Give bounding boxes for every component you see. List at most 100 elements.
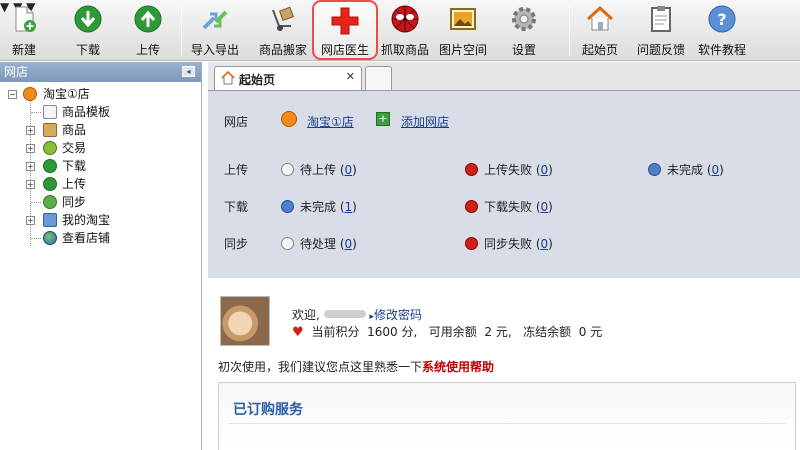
- tree-node-goods[interactable]: + 商品: [0, 121, 201, 139]
- tab-start-page[interactable]: 起始页 ✕: [214, 66, 362, 90]
- tree-node-trade[interactable]: + 交易: [0, 139, 201, 157]
- red-cross-icon: [331, 7, 359, 35]
- download-icon: [43, 159, 57, 173]
- download-failed-count[interactable]: 0: [541, 200, 549, 214]
- grab-goods-label: 抓取商品: [380, 43, 429, 57]
- tree-node-sync[interactable]: 同步: [0, 193, 201, 211]
- grab-goods-button[interactable]: 抓取商品: [378, 0, 432, 60]
- home-icon: [586, 5, 614, 31]
- expand-toggle[interactable]: +: [26, 126, 35, 135]
- network-icon: [43, 213, 57, 227]
- divider: [229, 423, 785, 424]
- upload-incomplete-stat: 未完成 (0): [648, 161, 724, 178]
- add-store-link[interactable]: 添加网店: [401, 113, 449, 130]
- tree-node-view-shop[interactable]: 查看店铺: [0, 229, 201, 247]
- masked-username: [323, 310, 366, 318]
- download-incomplete-stat: 未完成 (1): [281, 198, 357, 215]
- tree-node-label: 下载: [62, 159, 87, 173]
- sync-failed-count[interactable]: 0: [541, 237, 549, 251]
- upload-failed-count[interactable]: 0: [541, 163, 549, 177]
- download-row-label: 下载: [224, 200, 249, 214]
- upload-row-label: 上传: [224, 163, 249, 177]
- tree-node-label: 我的淘宝: [62, 213, 111, 227]
- tree-node-label: 交易: [62, 141, 87, 155]
- home-icon: [221, 71, 235, 85]
- picture-space-button[interactable]: 图片空间: [436, 0, 490, 60]
- tree-node-label: 同步: [62, 195, 87, 209]
- sync-icon: [43, 195, 57, 209]
- tree-node-my-taobao[interactable]: + 我的淘宝: [0, 211, 201, 229]
- tree-node-templates[interactable]: 商品模板: [0, 103, 201, 121]
- subscribed-services-box: 已订购服务: [218, 382, 796, 450]
- sync-pending-count[interactable]: 0: [345, 237, 353, 251]
- upload-pending-count[interactable]: 0: [345, 163, 353, 177]
- down-arrow-icon: [281, 200, 294, 213]
- upload-label: 上传: [135, 43, 160, 57]
- system-help-link[interactable]: 系统使用帮助: [422, 360, 494, 374]
- tree-connector: [31, 238, 41, 239]
- add-icon: +: [376, 112, 390, 126]
- frozen-label: 冻结余额: [523, 325, 572, 339]
- services-title: 已订购服务: [233, 402, 303, 418]
- stat-text: 下载失败: [484, 200, 533, 214]
- shop-tree-panel: 网店 ◂ − 淘宝①店 商品模板 + 商品 + 交易 + 下载 + 上传 同步 …: [0, 62, 202, 450]
- start-page-label: 起始页: [581, 43, 618, 57]
- globe-icon: [43, 231, 57, 245]
- close-tab-icon[interactable]: ✕: [346, 70, 355, 83]
- upload-icon: [134, 5, 162, 33]
- upload-button[interactable]: 上传: [126, 0, 170, 60]
- new-button[interactable]: 新建: [4, 0, 44, 60]
- goods-box-icon: [43, 123, 57, 137]
- tutorial-button[interactable]: ? 软件教程: [694, 0, 750, 60]
- welcome-line: 欢迎, ▸修改密码: [292, 306, 422, 323]
- shop-doctor-button[interactable]: 网店医生: [312, 0, 378, 60]
- sync-failed-stat: 同步失败 (0): [465, 235, 553, 252]
- change-password-link[interactable]: 修改密码: [374, 308, 422, 322]
- help-icon: ?: [708, 5, 736, 33]
- tree-node-root-store[interactable]: − 淘宝①店: [0, 85, 201, 103]
- expand-toggle[interactable]: +: [26, 162, 35, 171]
- import-export-label: 导入导出: [190, 43, 239, 57]
- tree-node-upload[interactable]: + 上传: [0, 175, 201, 193]
- spider-icon: [391, 5, 419, 33]
- feedback-button[interactable]: 问题反馈: [634, 0, 688, 60]
- clock-icon: [281, 237, 294, 250]
- download-incomplete-count[interactable]: 1: [345, 200, 353, 214]
- clock-icon: [281, 163, 294, 176]
- error-icon: [465, 163, 478, 176]
- settings-button[interactable]: 设置: [504, 0, 544, 60]
- taobao-icon: [23, 87, 37, 101]
- download-button[interactable]: 下载: [66, 0, 110, 60]
- collapse-toggle[interactable]: −: [8, 90, 17, 99]
- tree-node-label: 商品: [62, 123, 87, 137]
- tutorial-label: 软件教程: [697, 43, 746, 57]
- svg-text:?: ?: [717, 10, 726, 29]
- import-export-button[interactable]: 导入导出: [188, 0, 242, 60]
- first-use-hint: 初次使用，我们建议您点这里熟悉一下系统使用帮助: [218, 358, 494, 375]
- expand-toggle[interactable]: +: [26, 216, 35, 225]
- heart-icon: ♥: [292, 325, 304, 340]
- expand-toggle[interactable]: +: [26, 180, 35, 189]
- sync-pending-stat: 待处理 (0): [281, 235, 357, 252]
- expand-toggle[interactable]: +: [26, 144, 35, 153]
- picture-space-label: 图片空间: [438, 43, 487, 57]
- tree-node-download[interactable]: + 下载: [0, 157, 201, 175]
- tab-empty[interactable]: [365, 66, 392, 90]
- tab-label: 起始页: [239, 73, 276, 87]
- welcome-area: 欢迎, ▸修改密码 ♥ 当前积分 1600 分, 可用余额 2 元, 冻结余额 …: [208, 278, 800, 450]
- clipboard-icon: [651, 6, 671, 32]
- stat-text: 同步失败: [484, 237, 533, 251]
- tree-node-label: 上传: [62, 177, 87, 191]
- upload-incomplete-count[interactable]: 0: [712, 163, 720, 177]
- stat-text: 未完成: [667, 163, 704, 177]
- status-summary-panel: 网店 淘宝①店 + 添加网店 上传 待上传 (0) 上传失败 (0) 未完成 (…: [208, 90, 800, 278]
- panel-pin-icon[interactable]: ◂: [182, 66, 195, 77]
- start-page-button[interactable]: 起始页: [578, 0, 622, 60]
- toolbar-separator: [181, 6, 182, 56]
- move-goods-button[interactable]: 商品搬家: [256, 0, 310, 60]
- points-label: 当前积分: [311, 325, 360, 339]
- balance-label: 可用余额: [428, 325, 477, 339]
- store-link[interactable]: 淘宝①店: [307, 113, 354, 130]
- shop-tree: − 淘宝①店 商品模板 + 商品 + 交易 + 下载 + 上传 同步 + 我的淘…: [0, 82, 201, 247]
- stat-text: 上传失败: [484, 163, 533, 177]
